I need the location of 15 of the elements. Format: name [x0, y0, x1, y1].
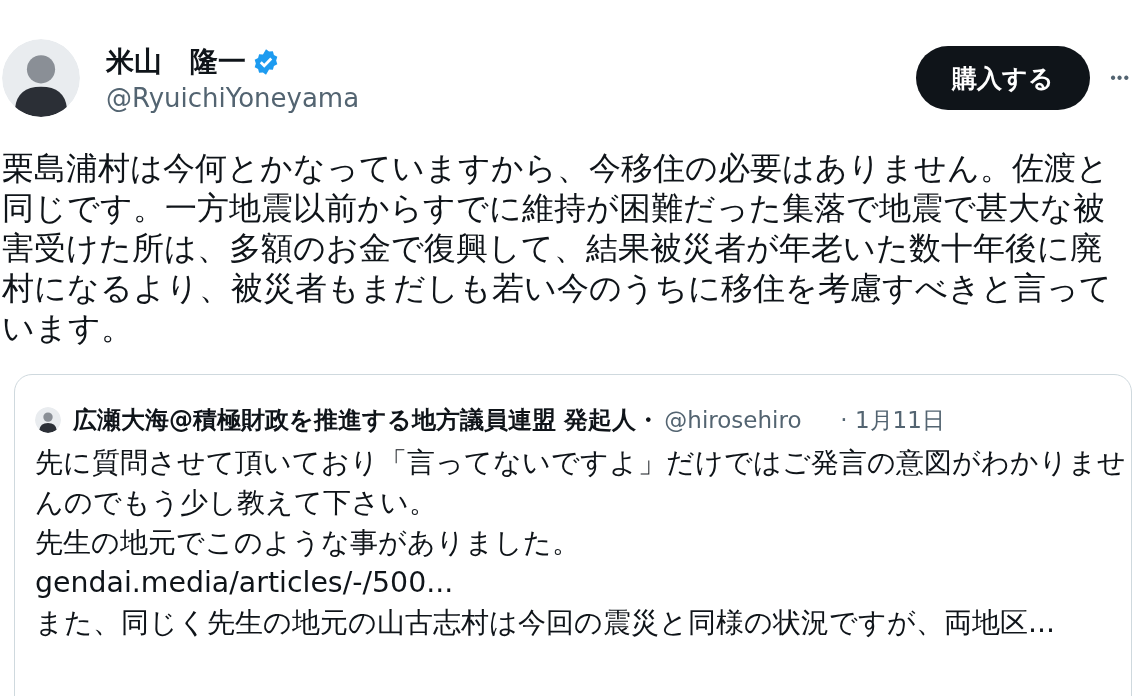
- author-handle[interactable]: @RyuichiYoneyama: [106, 83, 360, 113]
- quote-card[interactable]: 広瀬大海@積極財政を推進する地方議員連盟 発起人・ @hirosehiro · 1月11日 先に質問させて頂いており「言ってないですよ」だけではご発言の意図がわかりませんのでもう少し教えて下さい。 先生の地元でこのような事がありました。 gendai.media/articles/-/500... また、同じく先生の地元の山古志村は今回の震災と同様の状況ですが、両地区...: [14, 374, 1132, 696]
- quote-author-name: 広瀬大海@積極財政を推進する地方議員連盟 発起人・: [73, 405, 661, 436]
- author-name[interactable]: 米山 隆一: [106, 43, 246, 81]
- quote-date: · 1月11日: [840, 405, 945, 435]
- avatar[interactable]: [35, 407, 61, 433]
- quote-paragraph: また、同じく先生の地元の山古志村は今回の震災と同様の状況ですが、両地区...: [35, 605, 1057, 641]
- tweet-text: 栗島浦村は今何とかなっていますから、今移住の必要はありません。佐渡と同じです。一方地震以前からすでに維持が困難だった集落で地震で甚大な被害受けた所は、多額のお金で復興して、結果被災者が年老いた数十年後に廃村になるより、被災者もまだしも若い今のうちに移住を考慮すべきと言っています。: [2, 148, 1113, 348]
- quote-paragraph: 先に質問させて頂いており「言ってないですよ」だけではご発言の意図がわかりませんのでもう少し教えて下さい。: [35, 445, 1127, 521]
- more-button[interactable]: •••: [1110, 69, 1130, 87]
- quote-link[interactable]: gendai.media/articles/-/500...: [35, 563, 454, 603]
- avatar[interactable]: [2, 39, 80, 117]
- quote-author-handle: @hirosehiro: [664, 407, 803, 433]
- quote-paragraph: 先生の地元でこのような事がありました。: [35, 525, 581, 561]
- buy-button[interactable]: 購入する: [916, 46, 1091, 110]
